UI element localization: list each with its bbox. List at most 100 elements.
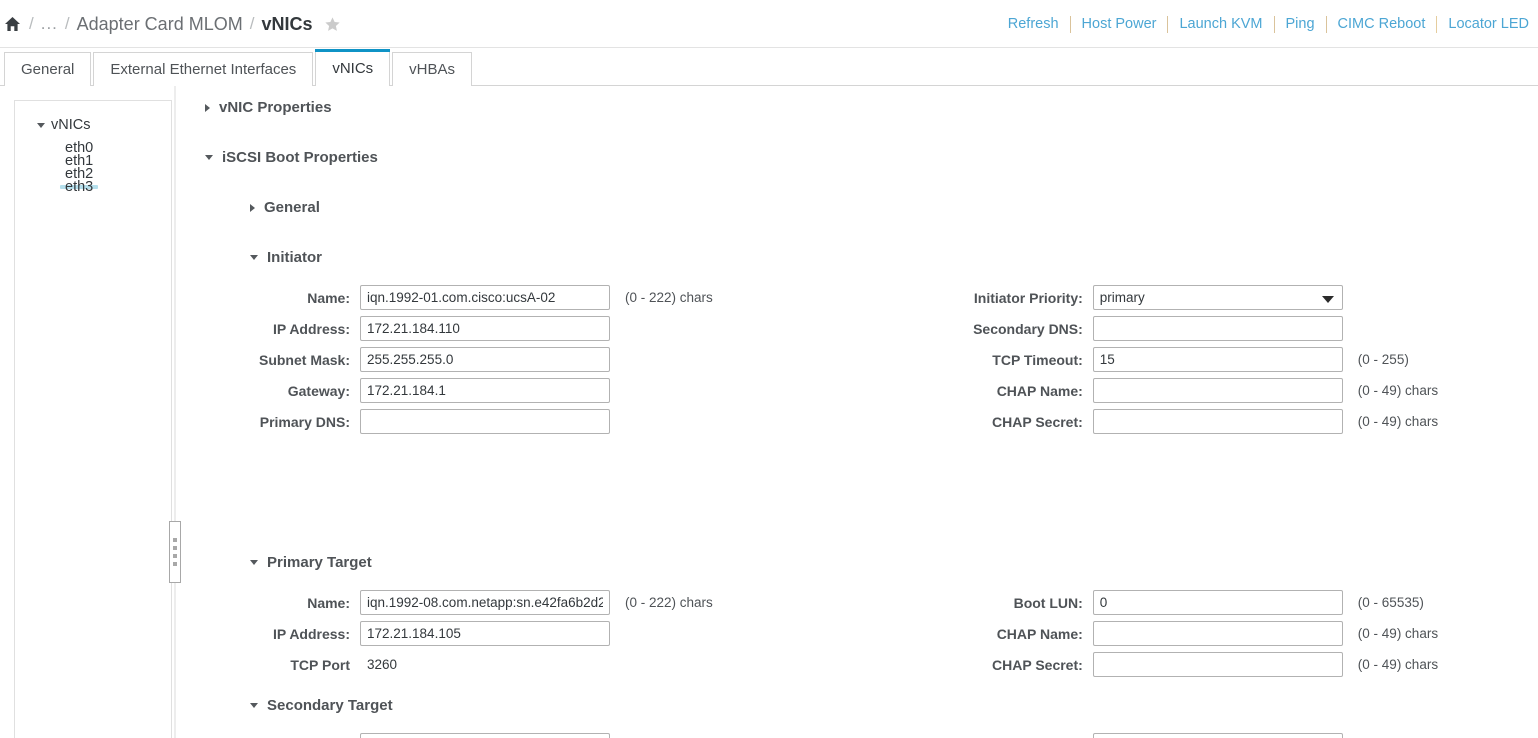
field-row-initiator-priority: Initiator Priority: — [953, 282, 1438, 313]
tab-external-ethernet-interfaces[interactable]: External Ethernet Interfaces — [93, 52, 314, 86]
breadcrumb-separator: / — [249, 14, 255, 33]
grip-dot — [173, 554, 177, 558]
initiator-primary-dns-input[interactable] — [360, 409, 610, 434]
section-iscsi-boot-properties[interactable]: iSCSI Boot Properties — [205, 149, 378, 166]
field-label: IP Address: — [272, 320, 350, 337]
chevron-down-icon[interactable] — [205, 155, 213, 160]
breadcrumb-item-adapter-card-mlom[interactable]: Adapter Card MLOM — [77, 14, 243, 35]
tab-label: General — [21, 61, 75, 78]
host-power-button[interactable]: Host Power — [1071, 16, 1168, 32]
page-body: vNICs eth0 eth1 eth2 eth3 vNIC Propertie… — [0, 86, 1538, 738]
secondary-target-name-input[interactable] — [360, 733, 610, 738]
home-icon[interactable] — [4, 16, 21, 32]
field-label: CHAP Name: — [996, 625, 1083, 642]
initiator-subnet-mask-input[interactable] — [360, 347, 610, 372]
field-hint: (0 - 49) chars — [1357, 626, 1439, 641]
field-hint: (0 - 49) chars — [1357, 383, 1439, 398]
tab-label: External Ethernet Interfaces — [110, 61, 297, 78]
chevron-down-icon[interactable] — [250, 255, 258, 260]
field-hint: (0 - 49) chars — [1357, 657, 1439, 672]
field-row-secondary-target-name: Name: (0 - 222) chars — [200, 730, 713, 738]
field-row-initiator-tcp-timeout: TCP Timeout: (0 - 255) — [953, 344, 1438, 375]
field-label: Name: — [307, 289, 350, 306]
panel-splitter[interactable] — [168, 86, 182, 738]
field-label: Primary DNS: — [259, 413, 350, 430]
tab-vnics[interactable]: vNICs — [315, 49, 391, 87]
initiator-secondary-dns-input[interactable] — [1092, 316, 1343, 341]
action-divider — [1069, 15, 1071, 33]
field-row-secondary-target-boot-lun: Boot LUN: (0 - 65535) — [953, 730, 1438, 738]
section-primary-target[interactable]: Primary Target — [250, 554, 372, 571]
chevron-right-icon[interactable] — [250, 203, 255, 212]
field-hint: (0 - 49) chars — [1357, 414, 1439, 429]
field-row-primary-target-ip-address: IP Address: — [200, 618, 713, 649]
primary-target-boot-lun-input[interactable] — [1092, 590, 1343, 615]
section-initiator[interactable]: Initiator — [250, 249, 322, 266]
field-row-initiator-gateway: Gateway: — [200, 375, 713, 406]
field-label: IP Address: — [272, 625, 350, 642]
tab-vhbas[interactable]: vHBAs — [392, 52, 472, 86]
primary-target-ip-address-input[interactable] — [360, 621, 610, 646]
field-row-primary-target-tcp-port: TCP Port 3260 — [200, 649, 713, 680]
vnics-tree-panel: vNICs eth0 eth1 eth2 eth3 — [14, 100, 172, 738]
field-label: Secondary DNS: — [973, 320, 1083, 337]
action-divider — [1273, 15, 1275, 33]
field-label: CHAP Secret: — [992, 413, 1083, 430]
breadcrumb-item-vnics: vNICs — [261, 13, 313, 34]
secondary-target-boot-lun-input[interactable] — [1092, 733, 1343, 738]
initiator-left-column: Name: (0 - 222) chars IP Address: Subnet… — [200, 282, 713, 437]
locator-led-button[interactable]: Locator LED — [1437, 16, 1538, 32]
action-divider — [1436, 15, 1438, 33]
tree-node-vnics[interactable]: vNICs — [15, 113, 171, 137]
initiator-priority-select[interactable] — [1092, 285, 1343, 310]
breadcrumb-separator: / — [64, 14, 70, 33]
field-row-initiator-name: Name: (0 - 222) chars — [200, 282, 713, 313]
initiator-ip-address-input[interactable] — [360, 316, 610, 341]
primary-target-chap-name-input[interactable] — [1092, 621, 1343, 646]
page-header: / ... / Adapter Card MLOM / vNICs Refres… — [0, 0, 1538, 48]
primary-target-tcp-port-value: 3260 — [367, 657, 398, 672]
chevron-right-icon[interactable] — [205, 103, 210, 112]
field-hint: (0 - 65535) — [1357, 595, 1424, 610]
chevron-down-icon[interactable] — [250, 703, 258, 708]
primary-target-chap-secret-input[interactable] — [1092, 652, 1343, 677]
field-label: Subnet Mask: — [258, 351, 350, 368]
initiator-name-input[interactable] — [360, 285, 610, 310]
cimc-reboot-button[interactable]: CIMC Reboot — [1327, 16, 1437, 32]
launch-kvm-button[interactable]: Launch KVM — [1168, 16, 1273, 32]
primary-target-name-input[interactable] — [360, 590, 610, 615]
field-label: CHAP Secret: — [992, 656, 1083, 673]
tree-node-label: vNICs — [51, 117, 91, 133]
section-title: Secondary Target — [267, 697, 393, 714]
section-title: Primary Target — [267, 554, 372, 571]
initiator-chap-secret-input[interactable] — [1092, 409, 1343, 434]
field-label: Name: — [307, 594, 350, 611]
primary-target-left-column: Name: (0 - 222) chars IP Address: TCP Po… — [200, 587, 713, 680]
section-title: iSCSI Boot Properties — [222, 149, 378, 166]
vnic-detail-pane: vNIC Properties iSCSI Boot Properties Ge… — [190, 86, 1538, 738]
section-vnic-properties[interactable]: vNIC Properties — [205, 99, 332, 116]
refresh-button[interactable]: Refresh — [997, 16, 1070, 32]
initiator-chap-name-input[interactable] — [1092, 378, 1343, 403]
field-row-primary-target-name: Name: (0 - 222) chars — [200, 587, 713, 618]
initiator-fields: Name: (0 - 222) chars IP Address: Subnet… — [190, 282, 1438, 437]
field-label: Initiator Priority: — [973, 289, 1083, 306]
initiator-tcp-timeout-input[interactable] — [1092, 347, 1343, 372]
section-title: Initiator — [267, 249, 322, 266]
field-row-initiator-primary-dns: Primary DNS: — [200, 406, 713, 437]
ping-button[interactable]: Ping — [1275, 16, 1326, 32]
tab-general[interactable]: General — [4, 52, 92, 86]
chevron-down-icon[interactable] — [37, 122, 45, 128]
splitter-grip-handle[interactable] — [169, 521, 181, 583]
field-label: CHAP Name: — [996, 382, 1083, 399]
star-icon[interactable] — [324, 16, 341, 33]
initiator-gateway-input[interactable] — [360, 378, 610, 403]
grip-dot — [173, 562, 177, 566]
section-general[interactable]: General — [250, 199, 320, 216]
chevron-down-icon[interactable] — [250, 560, 258, 565]
breadcrumb-ellipsis[interactable]: ... — [41, 14, 58, 34]
breadcrumb: / ... / Adapter Card MLOM / vNICs — [4, 0, 341, 48]
tab-label: vHBAs — [409, 61, 455, 78]
tree-item-eth3[interactable]: eth3 — [60, 180, 99, 194]
section-secondary-target[interactable]: Secondary Target — [250, 697, 393, 714]
